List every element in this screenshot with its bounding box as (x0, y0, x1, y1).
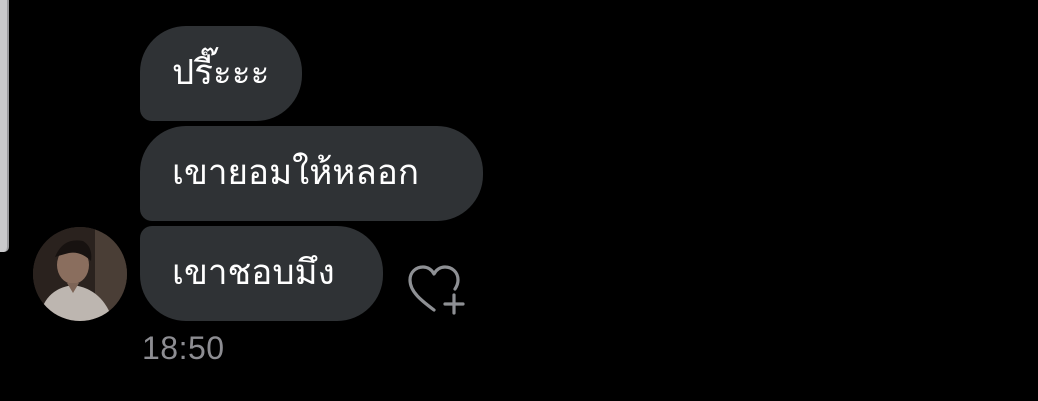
scroll-indicator[interactable] (0, 0, 9, 252)
message-timestamp: 18:50 (142, 330, 225, 366)
message-text: ปรี๊ะะะ (172, 53, 270, 93)
react-button[interactable] (404, 262, 470, 318)
message-bubble[interactable]: ปรี๊ะะะ (140, 26, 302, 121)
message-text: เขายอมให้หลอก (172, 153, 420, 193)
message-bubble[interactable]: เขายอมให้หลอก (140, 126, 483, 221)
avatar-photo (33, 227, 127, 321)
message-bubble[interactable]: เขาชอบมึง (140, 226, 383, 321)
heart-plus-icon (408, 265, 465, 315)
message-text: เขาชอบมึง (172, 253, 335, 293)
sender-avatar[interactable] (33, 227, 127, 321)
chat-screen: ปรี๊ะะะ เขายอมให้หลอก เขาชอบมึง 18:50 (0, 0, 1038, 401)
